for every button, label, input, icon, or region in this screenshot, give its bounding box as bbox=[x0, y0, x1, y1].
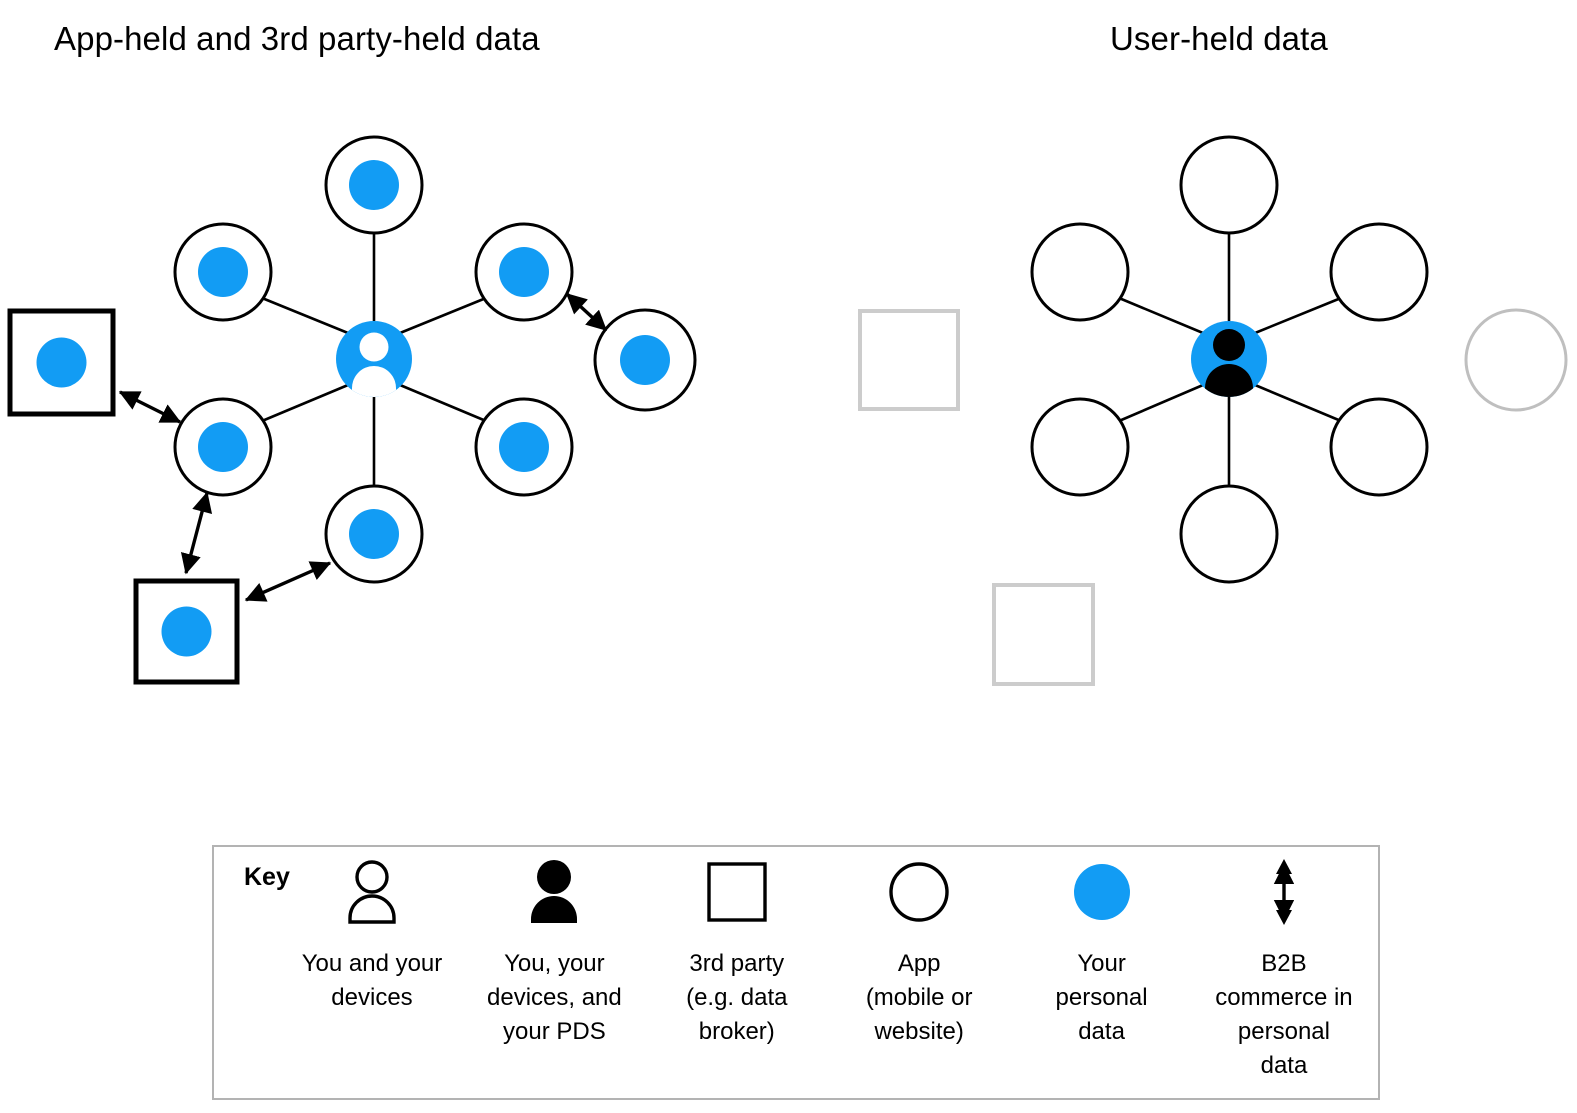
person-filled-icon bbox=[517, 855, 591, 929]
key-label: Key bbox=[244, 863, 290, 891]
b2b-arrow-thirdpartybottom-to-bottomapp bbox=[244, 561, 332, 602]
app-node-top[interactable] bbox=[324, 135, 424, 235]
app-node-lower-right[interactable] bbox=[1329, 397, 1429, 497]
hub-link-upper-right bbox=[1254, 296, 1342, 335]
third-party-node-bottom-muted bbox=[992, 583, 1095, 686]
app-node-upper-right[interactable] bbox=[1329, 222, 1429, 322]
b2b-arrow-thirdpartyleft-to-lowerleft bbox=[118, 390, 182, 424]
app-node-upper-right[interactable] bbox=[474, 222, 574, 322]
third-party-node-left[interactable] bbox=[7, 308, 116, 417]
hub-user-left[interactable] bbox=[336, 321, 412, 397]
b2b-arrow-lowerleft-to-thirdpartybottom bbox=[180, 491, 213, 575]
personal-data-dot bbox=[499, 247, 549, 297]
app-node-lower-right[interactable] bbox=[474, 397, 574, 497]
personal-data-dot bbox=[36, 337, 87, 388]
person-outline-icon bbox=[335, 855, 409, 929]
key-legend-box: Key You and your devices You, your devic… bbox=[212, 845, 1380, 1100]
app-node-top[interactable] bbox=[1179, 135, 1279, 235]
personal-data-dot bbox=[198, 247, 248, 297]
key-item-label: You and your devices bbox=[301, 950, 443, 1012]
third-party-node-bottom[interactable] bbox=[133, 578, 240, 685]
key-items: You and your devices You, your devices, … bbox=[286, 855, 1370, 1083]
app-node-bottom[interactable] bbox=[324, 484, 424, 584]
third-party-node-left-muted bbox=[858, 309, 960, 411]
key-item-label: App (mobile or website) bbox=[865, 950, 973, 1046]
double-arrow-icon bbox=[1264, 855, 1304, 929]
key-item-b2b-commerce: B2B commerce in personal data bbox=[1198, 855, 1370, 1083]
hub-link-lower-left bbox=[1118, 383, 1204, 423]
key-item-3rd-party: 3rd party (e.g. data broker) bbox=[651, 855, 823, 1049]
app-node-bottom[interactable] bbox=[1179, 484, 1279, 584]
key-item-you-and-your-devices: You and your devices bbox=[286, 855, 458, 1015]
key-item-label: Your personal data bbox=[1055, 950, 1148, 1046]
personal-data-dot bbox=[198, 422, 248, 472]
personal-data-dot bbox=[161, 606, 212, 657]
hub-link-lower-right bbox=[399, 383, 487, 423]
personal-data-dot bbox=[499, 422, 549, 472]
app-node-upper-left[interactable] bbox=[1030, 222, 1130, 322]
key-item-label: You, your devices, and your PDS bbox=[487, 950, 622, 1046]
key-item-label: 3rd party (e.g. data broker) bbox=[686, 950, 788, 1046]
blue-dot-icon bbox=[1069, 855, 1135, 929]
hub-link-upper-right bbox=[399, 296, 487, 335]
key-item-your-personal-data: Your personal data bbox=[1016, 855, 1188, 1049]
hub-link-upper-left bbox=[261, 296, 349, 335]
key-item-you-your-devices-and-your-pds: You, your devices, and your PDS bbox=[468, 855, 640, 1049]
b2b-arrow-upperright-to-detached bbox=[565, 292, 608, 332]
app-node-lower-left[interactable] bbox=[173, 397, 273, 497]
panel-user-held bbox=[858, 135, 1568, 686]
app-node-upper-left[interactable] bbox=[173, 222, 273, 322]
app-node-detached-right-muted bbox=[1464, 308, 1568, 412]
personal-data-dot bbox=[349, 509, 399, 559]
diagram-canvas: App-held and 3rd party-held data User-he… bbox=[0, 0, 1577, 1113]
square-outline-icon bbox=[704, 855, 770, 929]
hub-link-lower-left bbox=[261, 383, 349, 423]
panel-app-held-and-3rd-party-held bbox=[7, 135, 697, 685]
hub-link-upper-left bbox=[1118, 296, 1204, 335]
personal-data-dot bbox=[620, 335, 670, 385]
app-node-lower-left[interactable] bbox=[1030, 397, 1130, 497]
app-node-detached-right[interactable] bbox=[593, 308, 697, 412]
personal-data-dot bbox=[349, 160, 399, 210]
key-item-label: B2B commerce in personal data bbox=[1215, 950, 1353, 1080]
hub-link-lower-right bbox=[1254, 383, 1342, 423]
circle-outline-icon bbox=[886, 855, 952, 929]
key-item-app: App (mobile or website) bbox=[833, 855, 1005, 1049]
